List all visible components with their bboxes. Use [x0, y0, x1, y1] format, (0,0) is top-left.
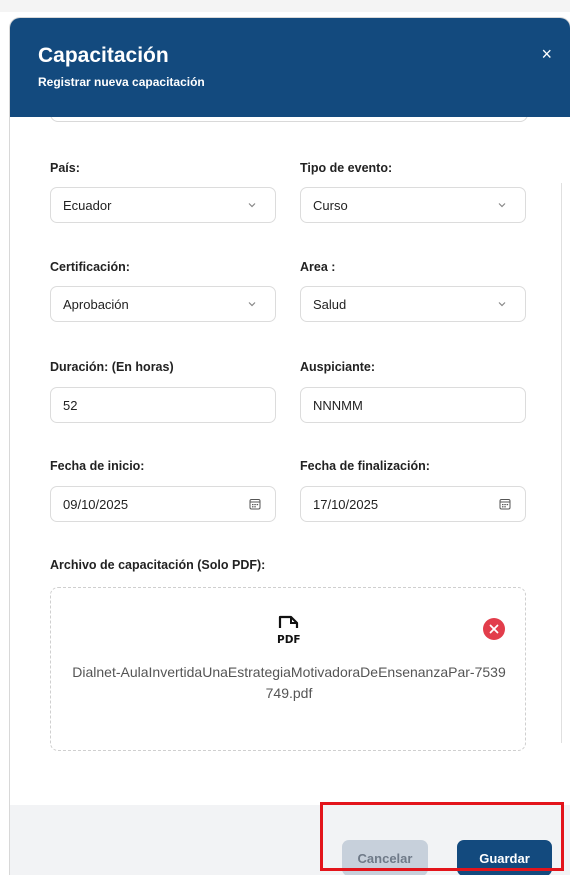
auspiciante-label: Auspiciante:: [300, 360, 376, 374]
archivo-label: Archivo de capacitación (Solo PDF):: [50, 558, 266, 572]
tipo-evento-select[interactable]: Curso: [300, 187, 526, 223]
area-select[interactable]: Salud: [300, 286, 526, 322]
pais-select[interactable]: Ecuador: [50, 187, 276, 223]
area-value: Salud: [313, 296, 347, 312]
previous-field-edge: [50, 117, 528, 122]
fecha-inicio-label: Fecha de inicio:: [50, 459, 145, 473]
pais-value: Ecuador: [63, 197, 112, 213]
file-dropzone[interactable]: PDF Dialnet-AulaInvertidaUnaEstrategiaMo…: [50, 587, 526, 751]
chevron-down-icon: [247, 200, 257, 210]
duracion-input[interactable]: 52: [50, 387, 276, 423]
duracion-value: 52: [63, 397, 78, 413]
calendar-icon[interactable]: [499, 498, 511, 510]
certificacion-label: Certificación:: [50, 260, 130, 274]
scrollbar[interactable]: [556, 117, 570, 805]
certificacion-select[interactable]: Aprobación: [50, 286, 276, 322]
tipo-evento-label: Tipo de evento:: [300, 161, 393, 175]
file-name: Dialnet-AulaInvertidaUnaEstrategiaMotiva…: [72, 664, 506, 701]
fecha-fin-value: 17/10/2025: [313, 496, 379, 512]
auspiciante-input[interactable]: NNNMM: [300, 387, 526, 423]
save-button[interactable]: Guardar: [457, 840, 552, 875]
auspiciante-value: NNNMM: [313, 397, 363, 413]
modal-header: Capacitación Registrar nueva capacitació…: [10, 18, 570, 117]
modal-subtitle: Registrar nueva capacitación: [38, 75, 205, 89]
close-icon[interactable]: ×: [541, 44, 552, 65]
remove-file-icon[interactable]: [483, 618, 505, 640]
svg-text:PDF: PDF: [277, 634, 301, 646]
tipo-evento-value: Curso: [313, 197, 348, 213]
fecha-inicio-value: 09/10/2025: [63, 496, 129, 512]
chevron-down-icon: [247, 299, 257, 309]
cancel-button[interactable]: Cancelar: [342, 840, 428, 875]
scrollbar-thumb[interactable]: [561, 183, 567, 743]
duracion-label: Duración: (En horas): [50, 360, 174, 374]
pais-label: País:: [50, 161, 80, 175]
certificacion-value: Aprobación: [63, 296, 129, 312]
fecha-fin-input[interactable]: 17/10/2025: [300, 486, 526, 522]
modal-body: País: Ecuador Tipo de evento: Curso Cert…: [10, 117, 570, 805]
area-label: Area :: [300, 260, 336, 274]
modal-title: Capacitación: [38, 44, 169, 67]
fecha-fin-label: Fecha de finalización:: [300, 459, 430, 473]
pdf-file-icon: PDF: [277, 614, 303, 651]
chevron-down-icon: [497, 200, 507, 210]
chevron-down-icon: [497, 299, 507, 309]
calendar-icon[interactable]: [249, 498, 261, 510]
capacitacion-modal: Capacitación Registrar nueva capacitació…: [10, 18, 570, 875]
background-page: [0, 0, 570, 12]
modal-footer: Cancelar Guardar: [10, 805, 570, 875]
fecha-inicio-input[interactable]: 09/10/2025: [50, 486, 276, 522]
